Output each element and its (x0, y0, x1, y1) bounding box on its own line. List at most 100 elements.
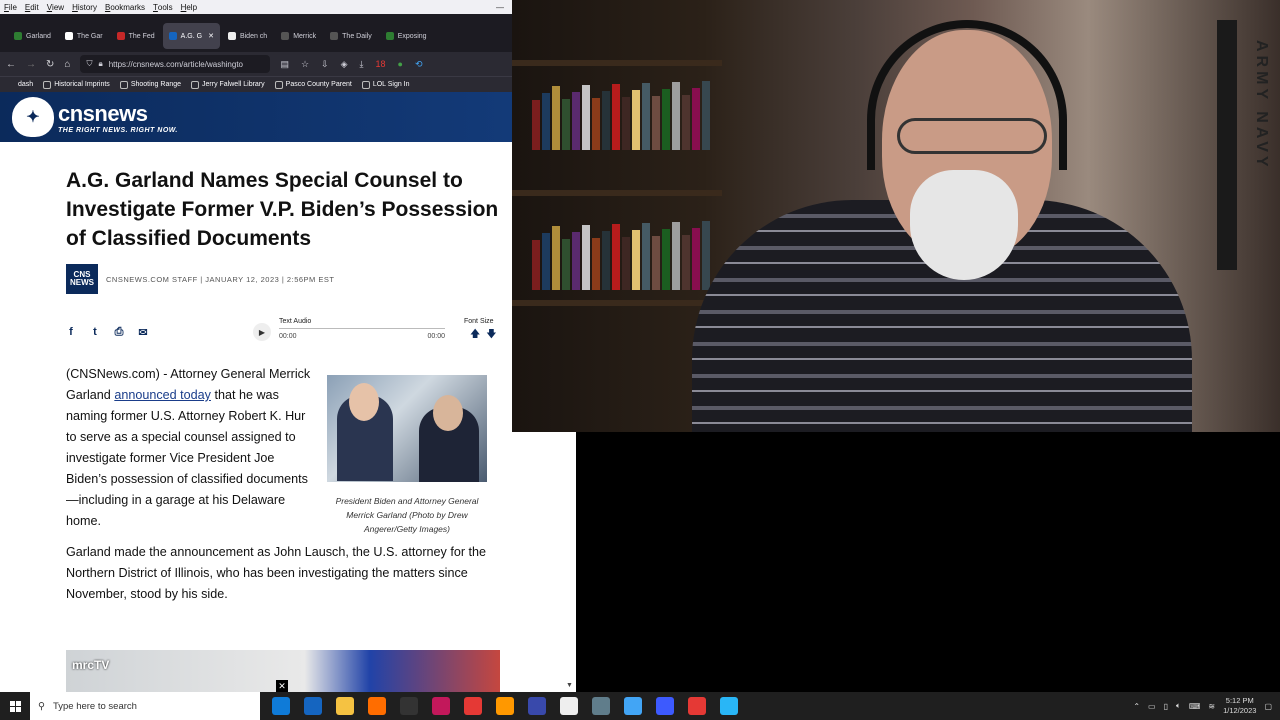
firefox-taskbar-icon[interactable] (368, 697, 386, 715)
app9-taskbar-icon[interactable] (528, 697, 546, 715)
battery-icon[interactable]: ▯ (1164, 702, 1168, 711)
browser-tab[interactable]: Merrick (275, 23, 322, 49)
book-spine (652, 236, 660, 290)
extension-green-icon[interactable]: ● (398, 59, 403, 69)
scroll-down-icon[interactable]: ▼ (566, 682, 573, 689)
headset-taskbar-icon[interactable] (656, 697, 674, 715)
bookmark-item[interactable]: LOL Sign In (361, 80, 410, 89)
book-spine (652, 96, 660, 150)
tab-label: Biden ch (239, 32, 268, 40)
extension-badge-icon[interactable]: 18 (375, 59, 385, 69)
keyboard-icon[interactable]: ⌨ (1189, 702, 1201, 711)
book-spine (582, 85, 590, 150)
presenter-beard (910, 170, 1018, 280)
book-spine (542, 93, 550, 150)
terminal-taskbar-icon[interactable] (400, 697, 418, 715)
email-icon[interactable]: ✉ (138, 326, 148, 339)
menu-file[interactable]: File (4, 3, 17, 12)
byline: CNS NEWS CNSNEWS.COM STAFF | JANUARY 12,… (66, 264, 334, 294)
pocket-icon[interactable]: ⇩ (321, 59, 329, 70)
edge-taskbar-icon[interactable] (272, 697, 290, 715)
reader-view-icon[interactable]: ▤ (280, 59, 289, 70)
play-icon[interactable]: ▶ (253, 323, 271, 341)
menu-view[interactable]: View (47, 3, 64, 12)
article-photo[interactable] (327, 375, 487, 482)
tab-favicon-icon (168, 32, 177, 40)
minimize-button[interactable]: — (496, 3, 504, 12)
app7-taskbar-icon[interactable] (464, 697, 482, 715)
mail-taskbar-icon[interactable] (304, 697, 322, 715)
app6-taskbar-icon[interactable] (432, 697, 450, 715)
browser-tab[interactable]: Biden ch (222, 23, 273, 49)
notifications-icon[interactable]: ▢ (1264, 702, 1272, 711)
clock[interactable]: 5:12 PM 1/12/2023 (1223, 696, 1256, 716)
bookmark-item[interactable]: Historical Imprints (43, 80, 110, 89)
back-icon[interactable]: ← (6, 59, 16, 70)
bookmark-favicon-icon (274, 80, 283, 89)
url-bar[interactable]: ⛉ 🔒︎ https://cnsnews.com/article/washing… (80, 55, 271, 73)
explorer-taskbar-icon[interactable] (336, 697, 354, 715)
tab-favicon-icon (281, 32, 290, 40)
menu-tools[interactable]: Tools (153, 3, 173, 12)
start-button[interactable] (0, 692, 30, 720)
home-icon[interactable]: ⌂ (64, 59, 70, 70)
bookmark-label: dash (18, 81, 34, 88)
bookmark-item[interactable]: Pasco County Parent (274, 80, 352, 89)
pinned-apps (272, 697, 738, 715)
browser-tab[interactable]: Garland (8, 23, 57, 49)
facebook-icon[interactable]: f (66, 326, 76, 339)
tab-close-icon[interactable]: ✕ (208, 32, 214, 40)
app12-taskbar-icon[interactable] (624, 697, 642, 715)
eagle-shield-logo[interactable]: ✦ (12, 97, 54, 137)
bookmark-item[interactable]: dash (18, 81, 33, 88)
forward-icon[interactable]: → (26, 59, 36, 70)
menu-bookmarks[interactable]: Bookmarks (105, 3, 145, 12)
menu-help[interactable]: Help (181, 3, 197, 12)
menu-edit[interactable]: Edit (25, 3, 39, 12)
font-increase-icon[interactable]: 🡅 (470, 327, 480, 344)
bookmark-item[interactable]: Jerry Falwell Library (191, 80, 265, 89)
menu-history[interactable]: History (72, 3, 97, 12)
print-icon[interactable]: ⎙ (114, 326, 124, 339)
books-row-1 (532, 80, 722, 150)
book-spine (702, 221, 710, 290)
lock-icon: 🔒︎ (98, 59, 103, 68)
twitter-icon[interactable]: t (90, 326, 100, 339)
browser-tab[interactable]: A.G. G ✕ (162, 23, 220, 49)
browser-tab[interactable]: The Gar (59, 23, 109, 49)
app8-taskbar-icon[interactable] (496, 697, 514, 715)
site-logo[interactable]: cnsnews THE RIGHT NEWS. RIGHT NOW. (58, 101, 178, 134)
reload-icon[interactable]: ↻ (46, 59, 54, 70)
book-spine (602, 231, 610, 290)
calculator-taskbar-icon[interactable] (592, 697, 610, 715)
mrctv-logo: mrcTV (72, 658, 110, 672)
font-size-control: Font Size 🡅 🡇 (464, 318, 504, 344)
wifi-icon[interactable]: ≋ (1208, 702, 1215, 711)
browser-tab[interactable]: The Daily (324, 23, 378, 49)
extension-sync-icon[interactable]: ⟲ (415, 59, 423, 70)
browser-tab[interactable]: Exposing (380, 23, 433, 49)
app10-taskbar-icon[interactable] (560, 697, 578, 715)
tray-chevron-icon[interactable]: ⌃ (1133, 702, 1140, 711)
video-close-icon[interactable]: ✕ (276, 680, 288, 692)
browser-tab[interactable]: The Fed (111, 23, 161, 49)
audio-progress-bar[interactable] (279, 328, 445, 329)
shield-check-icon[interactable]: ◈ (341, 59, 348, 70)
bookmark-item[interactable]: Shooting Range (119, 80, 181, 89)
windows-icon (9, 700, 21, 712)
audio-current-time: 00:00 (279, 333, 297, 340)
bookshelf-top (512, 60, 722, 66)
app15-taskbar-icon[interactable] (720, 697, 738, 715)
webcam-feed: ARMY NAVY (512, 0, 1280, 432)
font-decrease-icon[interactable]: 🡇 (486, 327, 496, 344)
bookmark-star-icon[interactable]: ☆ (301, 59, 309, 70)
download-icon[interactable]: ⤓ (360, 59, 364, 70)
volume-icon[interactable]: 🔈︎ (1176, 701, 1181, 711)
taskbar-search[interactable]: ⚲ Type here to search (30, 692, 260, 720)
obs-taskbar-icon[interactable] (688, 697, 706, 715)
book-spine (542, 233, 550, 290)
network-icon[interactable]: ▭ (1148, 702, 1156, 711)
embedded-video[interactable]: mrcTV ✕ (66, 650, 500, 692)
url-text: https://cnsnews.com/article/washingto (108, 59, 243, 69)
announced-today-link[interactable]: announced today (114, 388, 211, 402)
